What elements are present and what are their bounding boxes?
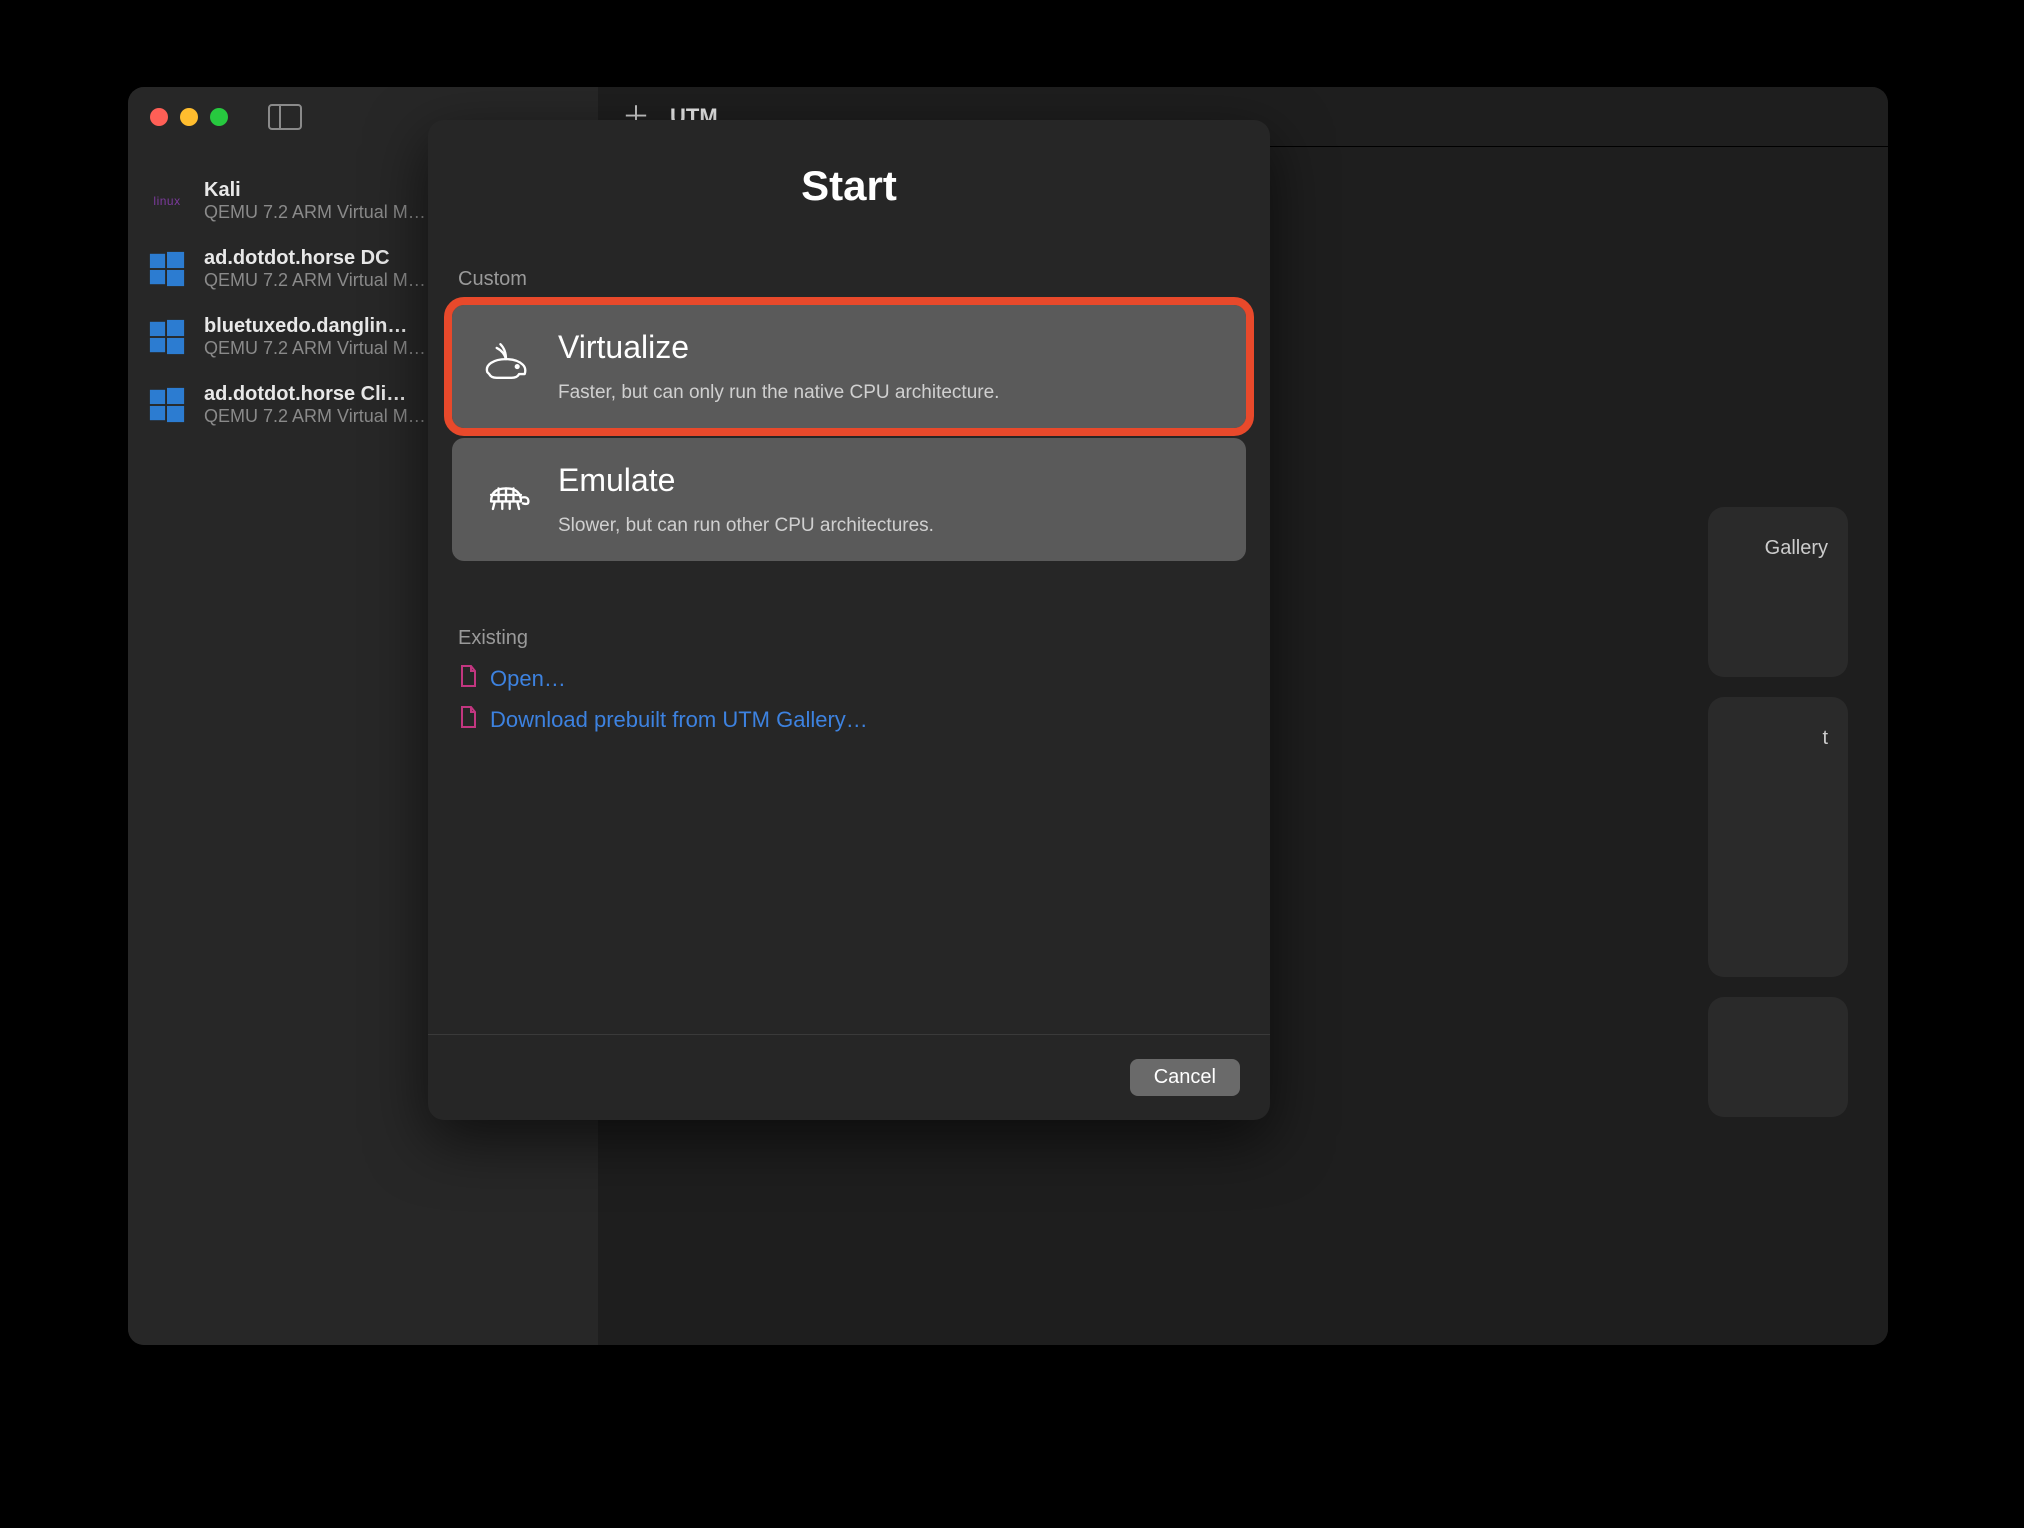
emulate-option[interactable]: Emulate Slower, but can run other CPU ar… <box>452 438 1246 561</box>
start-modal: Start Custom Virtualize Faster, but can … <box>428 120 1270 1120</box>
document-icon <box>458 664 478 693</box>
download-gallery-link[interactable]: Download prebuilt from UTM Gallery… <box>490 707 868 733</box>
existing-links: Open… Download prebuilt from UTM Gallery… <box>458 664 1270 734</box>
option-title: Virtualize <box>558 329 1220 366</box>
open-link[interactable]: Open… <box>490 666 566 692</box>
option-description: Slower, but can run other CPU architectu… <box>558 515 1220 537</box>
virtualize-option[interactable]: Virtualize Faster, but can only run the … <box>452 305 1246 428</box>
download-link-row: Download prebuilt from UTM Gallery… <box>458 705 1270 734</box>
background-card: t <box>1708 697 1848 977</box>
modal-footer: Cancel <box>428 1034 1270 1120</box>
linux-icon: linux <box>146 180 188 222</box>
background-card <box>1708 997 1848 1117</box>
existing-section: Existing Open… Download prebuilt from UT… <box>458 627 1270 746</box>
option-title: Emulate <box>558 462 1220 499</box>
custom-section-label: Custom <box>458 268 1270 291</box>
windows-icon <box>146 384 188 426</box>
sidebar-toggle-icon[interactable] <box>268 104 302 130</box>
windows-icon <box>146 248 188 290</box>
turtle-icon <box>478 466 534 522</box>
maximize-window-button[interactable] <box>210 108 228 126</box>
option-description: Faster, but can only run the native CPU … <box>558 382 1220 404</box>
minimize-window-button[interactable] <box>180 108 198 126</box>
modal-title: Start <box>428 162 1270 210</box>
close-window-button[interactable] <box>150 108 168 126</box>
background-cards: Gallery t <box>1708 507 1848 1137</box>
option-text: Virtualize Faster, but can only run the … <box>558 329 1220 404</box>
rabbit-icon <box>478 333 534 389</box>
existing-section-label: Existing <box>458 627 1270 650</box>
windows-icon <box>146 316 188 358</box>
traffic-lights <box>150 108 228 126</box>
document-icon <box>458 705 478 734</box>
cancel-button[interactable]: Cancel <box>1130 1059 1240 1096</box>
option-text: Emulate Slower, but can run other CPU ar… <box>558 462 1220 537</box>
background-card: Gallery <box>1708 507 1848 677</box>
open-link-row: Open… <box>458 664 1270 693</box>
